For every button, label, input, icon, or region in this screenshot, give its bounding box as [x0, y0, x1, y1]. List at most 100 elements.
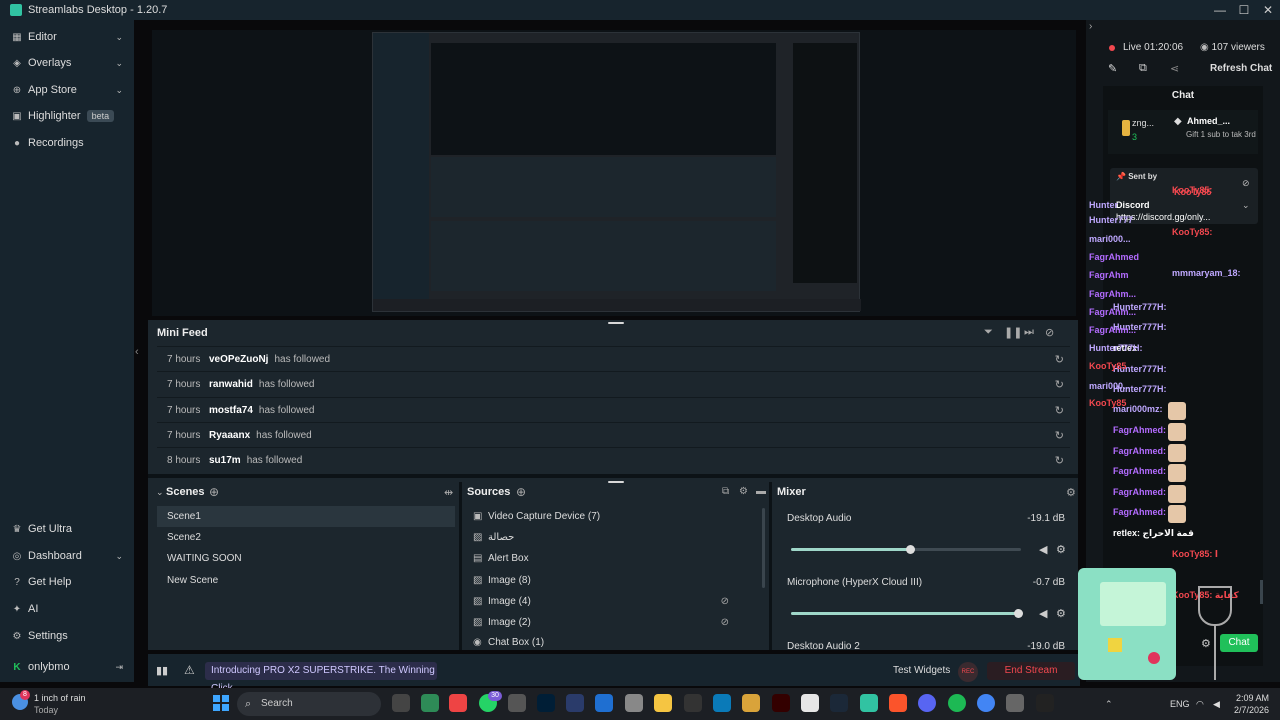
chat-message-user[interactable]: mmmaryam_18: [1172, 268, 1241, 278]
source-item[interactable]: ▤ Alert Box [467, 548, 761, 569]
alert-warning-icon[interactable]: ⚠ [184, 663, 195, 677]
language-indicator[interactable]: ENG [1170, 699, 1190, 709]
chat-message-user[interactable]: KooTy85: ا [1172, 549, 1218, 560]
source-item[interactable]: ▨ Image (4) ⊘ [467, 591, 761, 612]
source-item[interactable]: ◉ Chat Box (1) [467, 634, 761, 648]
replay-icon[interactable]: ↻ [1055, 454, 1064, 467]
clock-date[interactable]: 2/7/2026 [1233, 705, 1269, 715]
source-item[interactable]: ▨ Image (8) [467, 570, 761, 591]
volume-slider[interactable] [791, 609, 1023, 618]
taskbar-search[interactable]: ⌕ Search [237, 692, 381, 716]
app-icon[interactable] [684, 694, 702, 712]
replay-icon[interactable]: ↻ [1055, 353, 1064, 366]
refresh-chat-button[interactable]: Refresh Chat [1210, 63, 1272, 74]
chat-message-user[interactable]: retlex: قمة الاحراج [1113, 528, 1194, 539]
close-button[interactable]: ✕ [1256, 0, 1280, 20]
sidebar-item-highlighter[interactable]: ▣ Highlighter beta [0, 103, 134, 129]
dashboard-link-icon[interactable]: ⧉ [1139, 62, 1147, 75]
chat-message-user[interactable]: FagrAhmed: [1113, 425, 1166, 435]
speaker-icon[interactable]: ◀ [1039, 607, 1047, 620]
chat-message-user[interactable]: FagrAhmed: [1113, 446, 1166, 456]
sidebar-item-get-ultra[interactable]: ♛ Get Ultra [0, 516, 134, 542]
spotify-icon[interactable] [948, 694, 966, 712]
promo-banner[interactable]: Introducing PRO X2 SUPERSTRIKE. The Winn… [205, 662, 437, 694]
streamlabs-icon[interactable] [860, 694, 878, 712]
share-icon[interactable]: ⋖ [1170, 62, 1179, 75]
stats-icon[interactable]: ▮▮ [156, 664, 168, 677]
app-icon[interactable] [625, 694, 643, 712]
chat-message-user[interactable]: KooTy85: [1172, 227, 1212, 237]
replay-icon[interactable]: ↻ [1055, 404, 1064, 417]
chrome-icon[interactable] [977, 694, 995, 712]
record-button[interactable]: REC [958, 662, 978, 682]
volume-icon[interactable]: ◀ [1213, 699, 1220, 710]
sidebar-item-ai[interactable]: ✦ AI [0, 596, 134, 622]
illustrator-icon[interactable] [772, 694, 790, 712]
windows-start-icon[interactable] [213, 695, 229, 711]
sidebar-item-overlays[interactable]: ◈ Overlays ⌄ [0, 50, 134, 76]
sidebar-user[interactable]: Konlybmo ⇥ [0, 654, 134, 680]
source-properties-icon[interactable]: ⚙ [739, 486, 748, 497]
chat-message-user[interactable]: KooTy85: [1172, 185, 1212, 195]
add-source-icon[interactable]: ⊕ [516, 485, 526, 499]
replay-icon[interactable]: ↻ [1055, 429, 1064, 442]
logout-icon[interactable]: ⇥ [115, 662, 123, 673]
settings-app-icon[interactable] [1006, 694, 1024, 712]
unpin-icon[interactable]: ⊘ [1242, 178, 1250, 189]
folder-icon[interactable]: ▬ [756, 486, 766, 497]
scene-item[interactable]: WAITING SOON [157, 548, 455, 569]
sidebar-item-get-help[interactable]: ? Get Help [0, 569, 134, 595]
collapse-sidebar-icon[interactable]: ‹ [135, 346, 139, 358]
sidebar-item-app-store[interactable]: ⊕ App Store ⌄ [0, 77, 134, 103]
chat-message-user[interactable]: FagrAhmed: [1113, 507, 1166, 517]
sidebar-item-recordings[interactable]: ● Recordings [0, 130, 134, 156]
weather-text[interactable]: 1 inch of rain [34, 693, 86, 703]
chat-scrollbar[interactable] [1260, 580, 1263, 604]
test-widgets-button[interactable]: Test Widgets [893, 665, 950, 676]
mixer-settings-icon[interactable]: ⚙ [1066, 486, 1076, 499]
hidden-eye-icon[interactable]: ⊘ [721, 612, 729, 633]
clock-time[interactable]: 2:09 AM [1233, 693, 1269, 703]
wifi-icon[interactable]: ◠ [1196, 699, 1204, 710]
scene-transitions-icon[interactable]: ⇹ [444, 486, 453, 499]
add-scene-icon[interactable]: ⊕ [209, 485, 219, 499]
discord-icon[interactable] [918, 694, 936, 712]
chat-message-user[interactable]: FagrAhmed: [1113, 487, 1166, 497]
hidden-eye-icon[interactable]: ⊘ [721, 591, 729, 612]
mute-alerts-icon[interactable]: ⊘ [1045, 326, 1054, 339]
store-icon[interactable] [801, 694, 819, 712]
app-icon[interactable] [566, 694, 584, 712]
file-explorer-icon[interactable] [654, 694, 672, 712]
chrome-icon[interactable] [449, 694, 467, 712]
chevron-down-icon[interactable]: ⌄ [156, 487, 164, 498]
filter-icon[interactable]: ⏷ [984, 326, 993, 339]
resize-handle[interactable] [608, 322, 624, 324]
channel-settings-icon[interactable]: ⚙ [1056, 543, 1066, 556]
edit-icon[interactable]: ✎ [1108, 62, 1117, 75]
source-item[interactable]: ▨ حصالة [467, 527, 761, 548]
scene-item[interactable]: New Scene [157, 570, 455, 591]
scene-item[interactable]: Scene2 [157, 527, 455, 548]
chat-message-user[interactable]: FagrAhmed: [1113, 466, 1166, 476]
app-icon[interactable] [713, 694, 731, 712]
channel-settings-icon[interactable]: ⚙ [1056, 607, 1066, 620]
volume-slider[interactable] [791, 545, 1021, 554]
maximize-button[interactable]: ☐ [1232, 0, 1256, 20]
sidebar-item-settings[interactable]: ⚙ Settings [0, 623, 134, 649]
app-icon[interactable] [421, 694, 439, 712]
source-item[interactable]: ▨ Image (2) ⊘ [467, 612, 761, 633]
camera-app-icon[interactable] [508, 694, 526, 712]
photos-icon[interactable] [595, 694, 613, 712]
chat-settings-icon[interactable]: ⚙ [1201, 637, 1211, 650]
replay-icon[interactable]: ↻ [1055, 378, 1064, 391]
minimize-button[interactable]: — [1208, 0, 1232, 20]
group-icon[interactable]: ⧉ [722, 486, 729, 497]
steam-icon[interactable] [830, 694, 848, 712]
photoshop-icon[interactable] [537, 694, 555, 712]
sources-scrollbar[interactable] [762, 508, 765, 588]
send-chat-button[interactable]: Chat [1220, 634, 1258, 652]
scene-item[interactable]: Scene1 [157, 506, 455, 527]
source-item[interactable]: ▣ Video Capture Device (7) [467, 506, 761, 527]
end-stream-button[interactable]: End Stream [987, 662, 1075, 680]
sidebar-item-editor[interactable]: ▦ Editor ⌄ [0, 24, 134, 50]
